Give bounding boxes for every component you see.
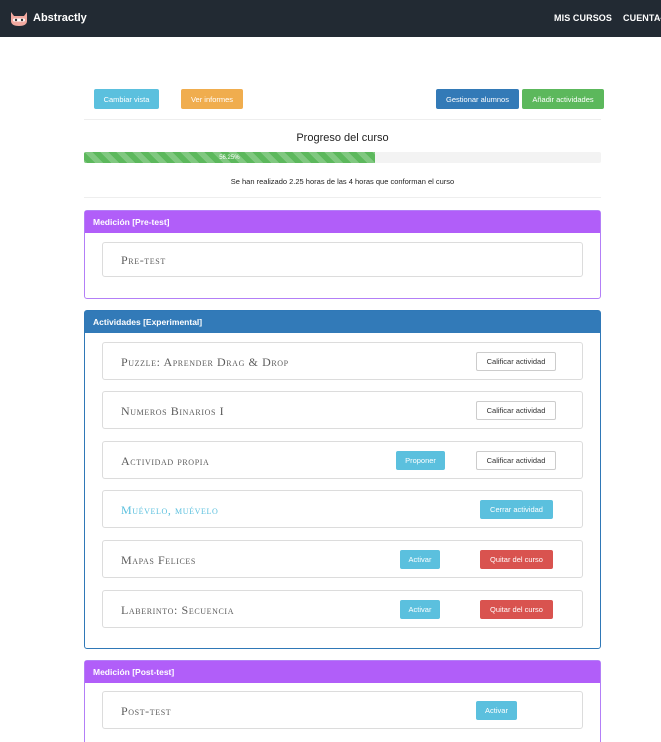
- proponer-button[interactable]: Proponer: [396, 451, 445, 470]
- activity-item-mapas[interactable]: Mapas Felices Activar Quitar del curso: [102, 540, 583, 578]
- nav-mis-cursos[interactable]: MIS CURSOS: [554, 13, 612, 23]
- progress-fill: 56.25%: [84, 152, 375, 163]
- activity-title[interactable]: Actividad propia: [121, 454, 209, 469]
- activar-button[interactable]: Activar: [400, 600, 440, 619]
- divider: [84, 197, 601, 198]
- cerrar-actividad-button[interactable]: Cerrar actividad: [480, 500, 553, 519]
- calificar-actividad-button[interactable]: Calificar actividad: [476, 451, 556, 470]
- divider: [84, 119, 601, 120]
- pretest-panel: Medición [Pre-test] Pre-test: [84, 210, 601, 299]
- activity-item-pretest[interactable]: Pre-test: [102, 242, 583, 277]
- activity-item-binarios[interactable]: Numeros Binarios I Calificar actividad: [102, 391, 583, 429]
- calificar-actividad-button[interactable]: Calificar actividad: [476, 352, 556, 371]
- quitar-del-curso-button[interactable]: Quitar del curso: [480, 550, 553, 569]
- activity-item-muevelo[interactable]: Muévelo, muévelo Cerrar actividad: [102, 490, 583, 528]
- top-navbar: Abstractly MIS CURSOS CUENTA▾: [0, 0, 661, 37]
- course-progress-bar: 56.25%: [84, 152, 601, 163]
- calificar-actividad-button[interactable]: Calificar actividad: [476, 401, 556, 420]
- activity-item-posttest[interactable]: Post-test Activar: [102, 691, 583, 729]
- ver-informes-button[interactable]: Ver informes: [181, 89, 243, 109]
- activar-button[interactable]: Activar: [476, 701, 517, 720]
- quitar-del-curso-button[interactable]: Quitar del curso: [480, 600, 553, 619]
- posttest-panel-heading: Medición [Post-test]: [85, 661, 600, 683]
- experimental-panel: Actividades [Experimental] Puzzle: Apren…: [84, 310, 601, 649]
- activity-title[interactable]: Pre-test: [121, 253, 166, 268]
- cambiar-vista-button[interactable]: Cambiar vista: [94, 89, 159, 109]
- brand-name: Abstractly: [33, 12, 87, 24]
- activity-title[interactable]: Mapas Felices: [121, 553, 196, 568]
- activity-item-laberinto[interactable]: Laberinto: Secuencia Activar Quitar del …: [102, 590, 583, 628]
- activity-item-propia[interactable]: Actividad propia Proponer Calificar acti…: [102, 441, 583, 479]
- gestionar-alumnos-button[interactable]: Gestionar alumnos: [436, 89, 519, 109]
- activity-item-puzzle[interactable]: Puzzle: Aprender Drag & Drop Calificar a…: [102, 342, 583, 380]
- activity-title[interactable]: Laberinto: Secuencia: [121, 603, 234, 618]
- anadir-actividades-button[interactable]: Añadir actividades: [522, 89, 604, 109]
- activity-title[interactable]: Muévelo, muévelo: [121, 503, 218, 518]
- experimental-panel-heading: Actividades [Experimental]: [85, 311, 600, 333]
- brand-link[interactable]: Abstractly: [9, 9, 87, 27]
- progress-note: Se han realizado 2.25 horas de las 4 hor…: [230, 177, 455, 186]
- cat-logo-icon: [11, 12, 27, 26]
- progress-title: Progreso del curso: [296, 132, 389, 144]
- nav-cuenta-label: CUENTA: [623, 13, 661, 23]
- posttest-panel: Medición [Post-test] Post-test Activar: [84, 660, 601, 742]
- activity-title[interactable]: Numeros Binarios I: [121, 404, 224, 419]
- nav-cuenta-dropdown[interactable]: CUENTA▾: [623, 13, 661, 23]
- activity-title[interactable]: Puzzle: Aprender Drag & Drop: [121, 355, 289, 370]
- activity-title[interactable]: Post-test: [121, 704, 171, 719]
- activar-button[interactable]: Activar: [400, 550, 440, 569]
- pretest-panel-heading: Medición [Pre-test]: [85, 211, 600, 233]
- progress-percent-label: 56.25%: [219, 154, 240, 161]
